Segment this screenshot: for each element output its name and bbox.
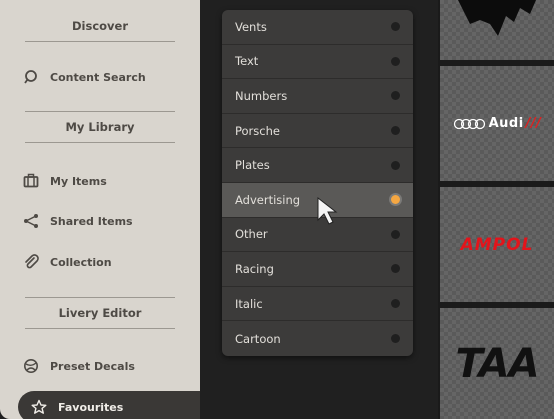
star-icon	[30, 398, 48, 416]
section-livery-editor: Livery Editor	[25, 297, 175, 329]
option-label: Italic	[235, 296, 263, 311]
sidebar-item-favourites[interactable]: Favourites	[18, 391, 200, 419]
option-plates[interactable]: Plates	[222, 148, 413, 183]
decal-preview-column: Audi /// AMPOL TAA	[438, 0, 554, 419]
option-label: Cartoon	[235, 331, 281, 346]
sidebar-item-collection[interactable]: Collection	[22, 249, 192, 275]
radio-dot	[391, 160, 400, 170]
radio-dot	[391, 229, 400, 239]
option-vents[interactable]: Vents	[222, 10, 413, 45]
option-label: Vents	[235, 19, 267, 34]
option-numbers[interactable]: Numbers	[222, 79, 413, 114]
option-label: Advertising	[235, 192, 301, 207]
audi-wordmark: Audi	[488, 116, 524, 131]
option-porsche[interactable]: Porsche	[222, 114, 413, 149]
option-text[interactable]: Text	[222, 45, 413, 80]
option-italic[interactable]: Italic	[222, 287, 413, 322]
radio-dot	[391, 264, 400, 274]
option-cartoon[interactable]: Cartoon	[222, 321, 413, 356]
radio-dot	[391, 334, 400, 344]
sidebar-item-label: Content Search	[50, 70, 146, 84]
radio-dot	[391, 22, 400, 32]
category-dropdown: Vents Text Numbers Porsche Plates Advert…	[222, 10, 413, 356]
option-label: Racing	[235, 261, 274, 276]
sidebar-item-label: Collection	[50, 255, 112, 269]
section-discover: Discover	[25, 10, 175, 42]
radio-dot-selected	[391, 195, 400, 205]
sidebar-item-preset-decals[interactable]: Preset Decals	[22, 353, 192, 379]
decal-tile-ampol[interactable]: AMPOL	[440, 187, 554, 302]
sidebar-item-content-search[interactable]: Content Search	[22, 64, 192, 90]
option-label: Porsche	[235, 123, 280, 138]
sidebar: Discover Content Search My Library My It…	[0, 0, 200, 419]
share-icon	[22, 212, 40, 230]
sidebar-item-my-items[interactable]: My Items	[22, 168, 192, 194]
option-racing[interactable]: Racing	[222, 252, 413, 287]
sidebar-item-label: Favourites	[58, 400, 124, 414]
mouse-cursor-icon	[317, 196, 338, 225]
section-my-library: My Library	[25, 111, 175, 143]
option-label: Plates	[235, 158, 270, 173]
radio-dot	[391, 299, 400, 309]
audi-logo: Audi ///	[453, 116, 542, 131]
option-label: Other	[235, 227, 268, 242]
black-shape-decal	[458, 0, 536, 36]
briefcase-icon	[22, 172, 40, 190]
audi-slashes: ///	[525, 116, 542, 131]
sidebar-item-label: Preset Decals	[50, 359, 135, 373]
radio-dot	[391, 56, 400, 66]
option-label: Numbers	[235, 88, 288, 103]
ampol-logo: AMPOL	[460, 234, 534, 255]
radio-dot	[391, 91, 400, 101]
radio-dot	[391, 126, 400, 136]
decal-tile-taa[interactable]: TAA	[440, 308, 554, 419]
decal-tile-top[interactable]	[440, 0, 554, 60]
option-label: Text	[235, 54, 259, 69]
taa-logo: TAA	[455, 340, 539, 387]
search-icon	[22, 68, 40, 86]
audi-rings-icon	[453, 118, 485, 129]
decal-tile-audi[interactable]: Audi ///	[440, 66, 554, 181]
globe-icon	[22, 357, 40, 375]
sidebar-item-shared-items[interactable]: Shared Items	[22, 208, 192, 234]
paperclip-icon	[22, 253, 40, 271]
sidebar-item-label: Shared Items	[50, 214, 133, 228]
sidebar-item-label: My Items	[50, 174, 107, 188]
